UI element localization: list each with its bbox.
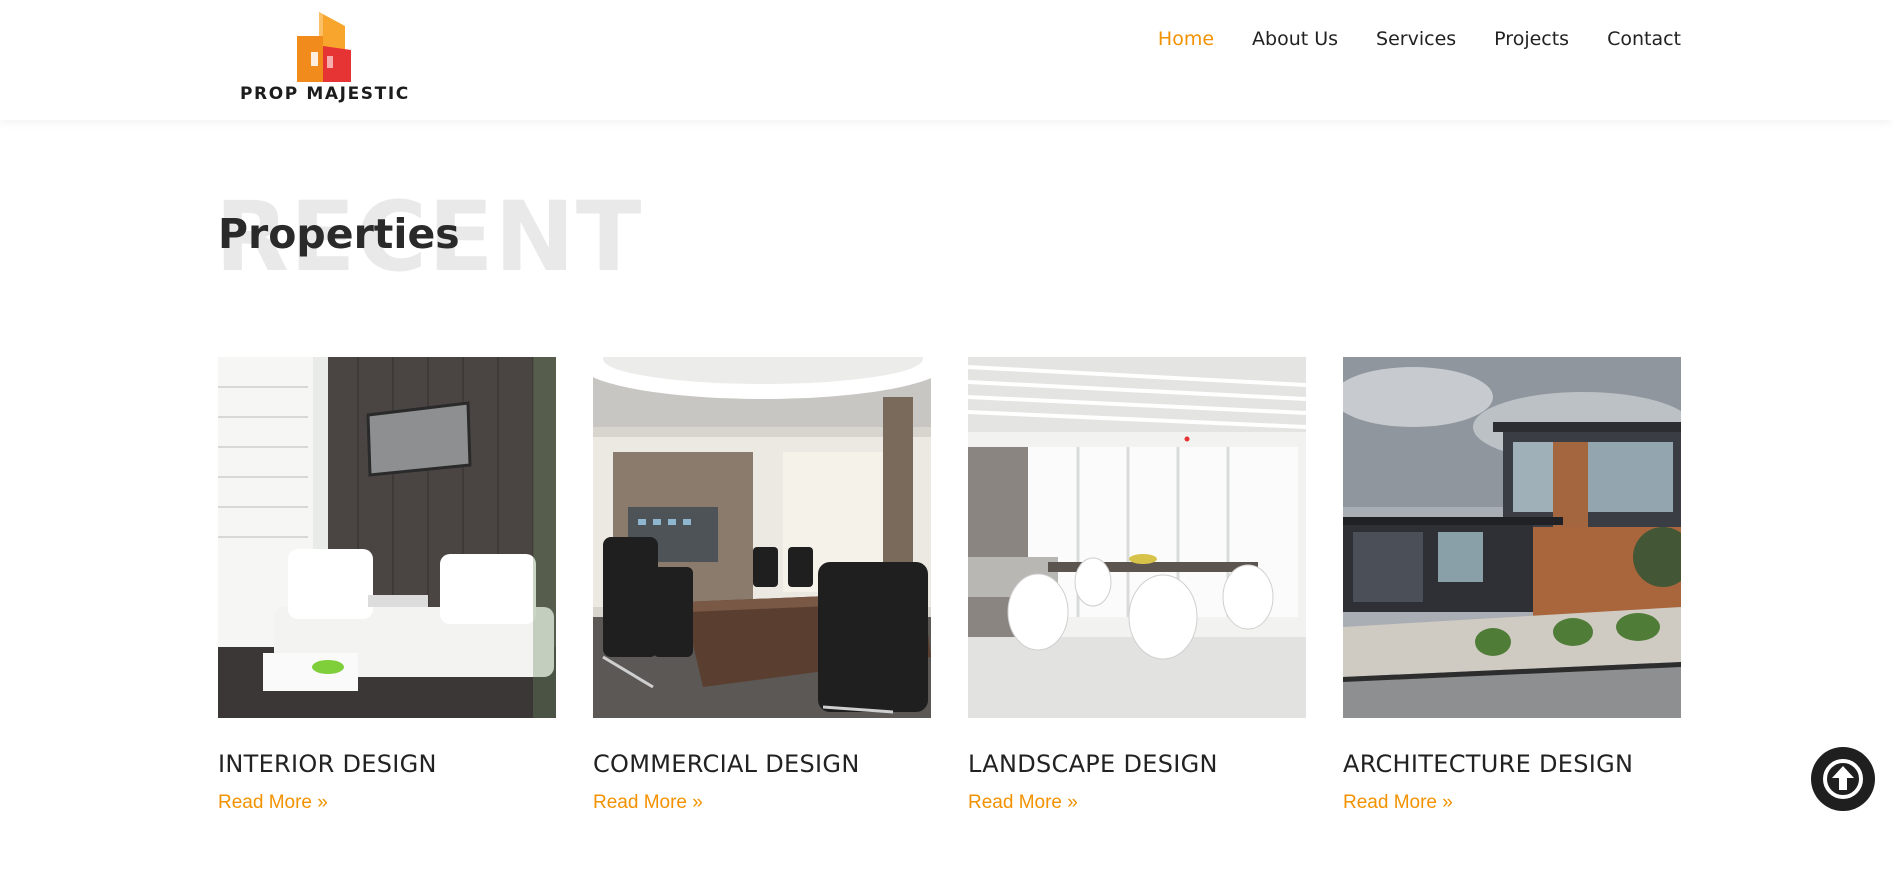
card-title: LANDSCAPE DESIGN (968, 750, 1218, 778)
brand-name: PROP MAJESTIC (240, 84, 410, 104)
read-more-link[interactable]: Read More » (1343, 792, 1453, 814)
nav-home[interactable]: Home (1158, 28, 1214, 50)
read-more-link[interactable]: Read More » (968, 792, 1078, 814)
card-title: INTERIOR DESIGN (218, 750, 437, 778)
property-card-architecture: ARCHITECTURE DESIGN Read More » (1343, 357, 1681, 814)
building-logo-icon (297, 12, 351, 82)
read-more-link[interactable]: Read More » (593, 792, 703, 814)
modern-house-exterior-image[interactable] (1343, 357, 1681, 718)
main-nav: Home About Us Services Projects Contact (1158, 28, 1681, 50)
nav-services[interactable]: Services (1376, 28, 1456, 50)
scroll-to-top-button[interactable] (1811, 747, 1875, 811)
interior-living-room-image[interactable] (218, 357, 556, 718)
card-title: ARCHITECTURE DESIGN (1343, 750, 1634, 778)
nav-contact[interactable]: Contact (1607, 28, 1681, 50)
white-dining-room-image[interactable] (968, 357, 1306, 718)
site-header: PROP MAJESTIC Home About Us Services Pro… (0, 0, 1892, 120)
property-card-interior: INTERIOR DESIGN Read More » (218, 357, 556, 814)
nav-projects[interactable]: Projects (1494, 28, 1569, 50)
property-card-commercial: COMMERCIAL DESIGN Read More » (593, 357, 931, 814)
nav-about-us[interactable]: About Us (1252, 28, 1338, 50)
card-title: COMMERCIAL DESIGN (593, 750, 860, 778)
arrow-up-circle-icon (1823, 759, 1863, 799)
property-card-landscape: LANDSCAPE DESIGN Read More » (968, 357, 1306, 814)
conference-room-image[interactable] (593, 357, 931, 718)
read-more-link[interactable]: Read More » (218, 792, 328, 814)
section-title: Properties (218, 210, 460, 258)
brand-logo[interactable]: PROP MAJESTIC (238, 12, 418, 104)
